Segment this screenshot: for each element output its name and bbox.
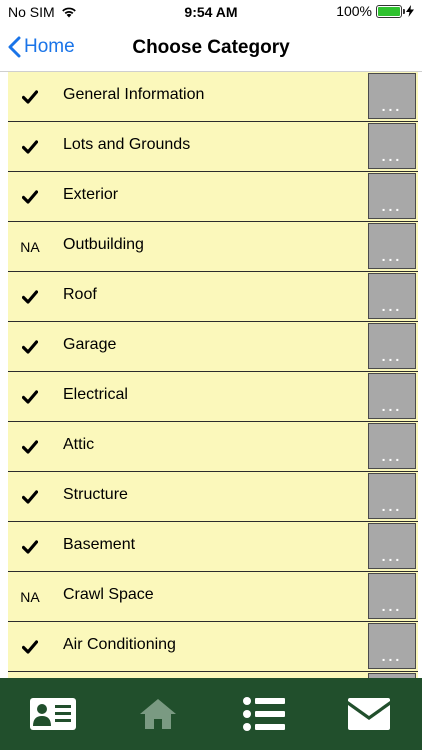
- list-icon: [242, 697, 285, 731]
- category-row[interactable]: Basement...: [8, 522, 418, 572]
- na-status-label: NA: [20, 589, 40, 605]
- charging-bolt-icon: [406, 5, 414, 17]
- category-label: Air Conditioning: [63, 636, 176, 653]
- checkmark-icon: [12, 472, 48, 522]
- category-label: Basement: [63, 536, 136, 553]
- more-options-button[interactable]: ...: [368, 573, 416, 619]
- category-row[interactable]: Attic...: [8, 422, 418, 472]
- category-row[interactable]: Roof...: [8, 272, 418, 322]
- category-label: Structure: [63, 486, 128, 503]
- checkmark-icon: [12, 122, 48, 172]
- category-row[interactable]: Exterior...: [8, 172, 418, 222]
- checkmark-icon: [12, 322, 48, 372]
- battery-icon: [376, 4, 405, 18]
- more-options-button[interactable]: ...: [368, 473, 416, 519]
- more-options-button[interactable]: ...: [368, 623, 416, 669]
- checkmark-icon: [12, 72, 48, 122]
- category-label: General Information: [63, 86, 205, 103]
- more-options-button[interactable]: ...: [368, 373, 416, 419]
- more-options-button[interactable]: ...: [368, 73, 416, 119]
- category-label: Roof: [63, 286, 97, 303]
- category-label: Lots and Grounds: [63, 136, 191, 153]
- category-row[interactable]: NA Crawl Space...: [8, 572, 418, 622]
- more-options-button[interactable]: ...: [368, 123, 416, 169]
- category-label: Crawl Space: [63, 586, 154, 603]
- more-options-button[interactable]: ...: [368, 273, 416, 319]
- category-row[interactable]: Lots and Grounds...: [8, 122, 418, 172]
- checkmark-icon: [12, 372, 48, 422]
- more-options-button[interactable]: ...: [368, 223, 416, 269]
- more-options-button[interactable]: ...: [368, 423, 416, 469]
- navigation-bar: Home Choose Category: [0, 24, 422, 72]
- category-row[interactable]: Garage...: [8, 322, 418, 372]
- page-title: Choose Category: [132, 37, 290, 58]
- more-options-button[interactable]: ...: [368, 173, 416, 219]
- checkmark-icon: [12, 622, 48, 672]
- category-list[interactable]: General Information... Lots and Grounds..…: [0, 72, 422, 678]
- more-options-button[interactable]: ...: [368, 323, 416, 369]
- category-row[interactable]: Air Conditioning...: [8, 622, 418, 672]
- checkmark-icon: [12, 422, 48, 472]
- battery-percent: 100%: [336, 3, 372, 19]
- home-icon: [140, 699, 177, 729]
- tab-contacts[interactable]: [0, 678, 106, 750]
- na-status-label: NA: [20, 239, 40, 255]
- battery-status: 100%: [336, 3, 414, 19]
- category-label: Electrical: [63, 386, 128, 403]
- tab-bar: [0, 678, 422, 750]
- category-row[interactable]: NA Outbuilding...: [8, 222, 418, 272]
- category-row[interactable]: Electrical...: [8, 372, 418, 422]
- category-label: Attic: [63, 436, 95, 453]
- status-bar: No SIM 9:54 AM 100%: [0, 0, 422, 24]
- more-options-button[interactable]: ...: [368, 523, 416, 569]
- battery-fill: [378, 6, 400, 16]
- tab-home[interactable]: [106, 678, 212, 750]
- category-label: Exterior: [63, 186, 119, 203]
- checkmark-icon: [12, 272, 48, 322]
- category-label: Garage: [63, 336, 117, 353]
- checkmark-icon: [12, 522, 48, 572]
- envelope-icon: [348, 698, 391, 730]
- contact-card-icon: [29, 698, 76, 730]
- category-row[interactable]: Structure...: [8, 472, 418, 522]
- tab-mail[interactable]: [317, 678, 422, 750]
- checkmark-icon: [12, 172, 48, 222]
- tab-list[interactable]: [211, 678, 317, 750]
- category-row[interactable]: General Information...: [8, 72, 418, 122]
- category-label: Outbuilding: [63, 236, 144, 253]
